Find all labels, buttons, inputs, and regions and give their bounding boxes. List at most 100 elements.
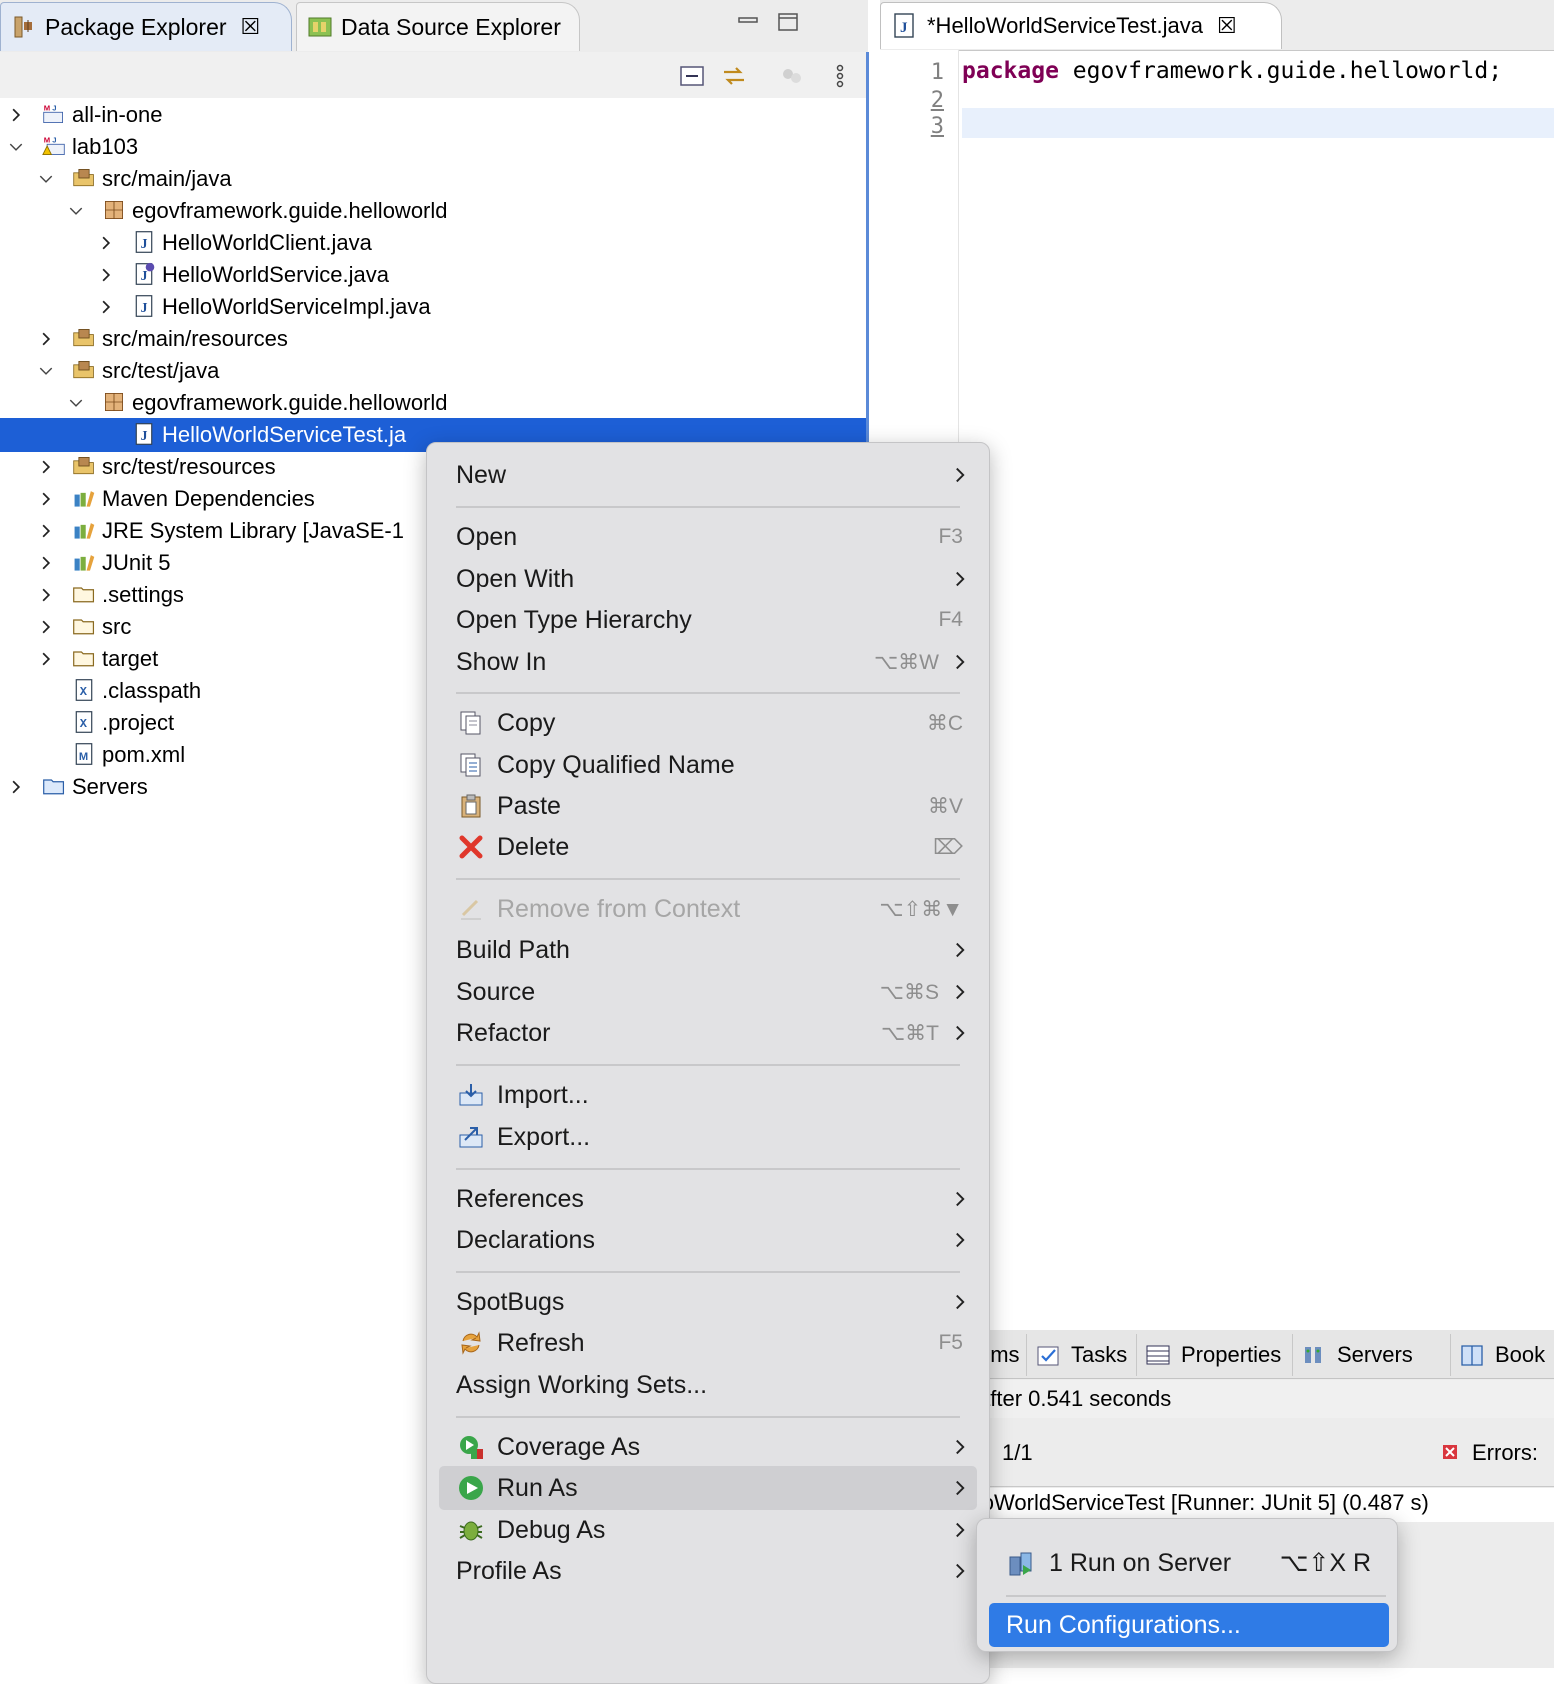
tree-item-label: JRE System Library [JavaSE-1 [102,518,404,543]
run-as-submenu: 1 Run on Server ⌥⇧X R Run Configurations..… [976,1518,1398,1652]
tree-item-label: lab103 [72,134,139,159]
chevron-right-icon[interactable] [38,619,54,635]
chevron-right-icon[interactable] [38,459,54,475]
menu-separator [456,1271,960,1273]
tree-item[interactable]: J HelloWorldService.java [0,258,866,292]
chevron-right-icon[interactable] [98,299,114,315]
minimize-icon[interactable] [736,10,760,34]
chevron-right-icon[interactable] [98,267,114,283]
menu-item-label: Build Path [456,935,570,964]
menu-item-new[interactable]: New [439,453,977,497]
tab-data-source-explorer[interactable]: Data Source Explorer [296,2,580,51]
menu-item-open-with[interactable]: Open With [439,557,977,601]
tab-servers[interactable]: Servers [1292,1334,1413,1376]
svg-text:J: J [141,428,148,443]
menu-separator [456,878,960,880]
chevron-right-icon[interactable] [38,651,54,667]
menu-item-coverage-as[interactable]: Coverage As [439,1425,977,1469]
chevron-down-icon[interactable] [8,139,24,155]
tab-tasks[interactable]: Tasks [1026,1334,1127,1376]
maximize-icon[interactable] [776,10,800,34]
menu-item-open-type-hierarchy[interactable]: Open Type Hierarchy F4 [439,598,977,642]
close-icon[interactable]: ☒ [241,14,261,40]
submenu-arrow-icon [956,984,965,1000]
menu-item-assign-working-sets[interactable]: Assign Working Sets... [439,1363,977,1407]
java-file-icon: J [135,295,153,317]
library-icon [74,555,95,571]
svg-text:J: J [141,268,148,283]
chevron-down-icon[interactable] [38,363,54,379]
tab-editor-file[interactable]: J *HelloWorldServiceTest.java ☒ [880,2,1282,49]
chevron-right-icon[interactable] [38,491,54,507]
menu-item-show-in[interactable]: Show In ⌥⌘W [439,640,977,684]
chevron-right-icon[interactable] [8,107,24,123]
copy-qualified-name-icon [460,753,481,777]
menu-item-spotbugs[interactable]: SpotBugs [439,1280,977,1324]
menu-item-declarations[interactable]: Declarations [439,1218,977,1262]
menu-item-refresh[interactable]: Refresh F5 [439,1321,977,1365]
chevron-right-icon[interactable] [38,523,54,539]
collapse-all-icon[interactable] [678,62,706,90]
menu-item-open[interactable]: Open F3 [439,515,977,559]
menu-item-delete[interactable]: Delete ⌦ [439,825,977,869]
menu-item-refactor[interactable]: Refactor ⌥⌘T [439,1011,977,1055]
editor-tabbar: J *HelloWorldServiceTest.java ☒ [880,0,1554,51]
chevron-right-icon[interactable] [8,779,24,795]
servers-folder-icon [43,779,65,795]
menu-item-paste[interactable]: Paste ⌘V [439,784,977,828]
tree-item[interactable]: egovframework.guide.helloworld [0,386,866,420]
menu-item-label: References [456,1184,584,1213]
menu-item-import[interactable]: Import... [439,1073,977,1117]
chevron-right-icon[interactable] [38,587,54,603]
menu-item-debug-as[interactable]: Debug As [439,1508,977,1552]
link-with-editor-icon[interactable] [720,62,748,90]
tree-item[interactable]: egovframework.guide.helloworld [0,194,866,228]
menu-item-source[interactable]: Source ⌥⌘S [439,970,977,1014]
menu-item-label: Open With [456,564,575,593]
tree-item[interactable]: J HelloWorldClient.java [0,226,866,260]
view-menu-icon[interactable] [826,62,854,90]
debug-icon [459,1521,483,1541]
menu-item-copy[interactable]: Copy ⌘C [439,701,977,745]
tree-item[interactable]: src/main/java [0,162,866,196]
code-line-1[interactable]: package egovframework.guide.helloworld; [962,58,1502,84]
menu-item-profile-as[interactable]: Profile As [439,1549,977,1593]
coverage-icon [460,1436,483,1459]
tree-item[interactable]: src/main/resources [0,322,866,356]
menu-item-copy-qualified-name[interactable]: Copy Qualified Name [439,743,977,787]
chevron-down-icon[interactable] [38,171,54,187]
filter-icon[interactable] [778,62,806,90]
chevron-right-icon[interactable] [38,331,54,347]
tree-item[interactable]: M Jlab103 [0,130,866,164]
tree-item-label: src/test/resources [102,454,276,479]
tree-item[interactable]: M Jall-in-one [0,98,866,132]
menu-item-label: Copy [497,708,556,737]
submenu-item-1-run-on-server[interactable]: 1 Run on Server ⌥⇧X R [989,1541,1389,1585]
tab-properties[interactable]: Properties [1136,1334,1281,1376]
submenu-arrow-icon [956,1294,965,1310]
line-number: 1 [930,60,944,85]
chevron-down-icon[interactable] [68,395,84,411]
view-divider [866,52,869,442]
menu-item-references[interactable]: References [439,1177,977,1221]
submenu-item-run-configurations[interactable]: Run Configurations... [989,1603,1389,1647]
tree-item[interactable]: src/test/java [0,354,866,388]
tree-item-label: Servers [72,774,148,799]
tree-item[interactable]: J HelloWorldServiceImpl.java [0,290,866,324]
svg-text:J: J [52,104,56,113]
tree-item-label: HelloWorldServiceTest.ja [162,422,407,447]
tab-bookmarks[interactable]: Book [1450,1334,1545,1376]
menu-item-label: Paste [497,791,561,820]
close-icon[interactable]: ☒ [1217,13,1237,39]
chevron-right-icon[interactable] [98,235,114,251]
chevron-right-icon[interactable] [38,555,54,571]
tab-package-explorer[interactable]: Package Explorer ☒ [0,2,292,51]
chevron-down-icon[interactable] [68,203,84,219]
menu-item-build-path[interactable]: Build Path [439,928,977,972]
menu-item-export[interactable]: Export... [439,1115,977,1159]
source-folder-icon [73,329,94,347]
submenu-arrow-icon [956,942,965,958]
test-run-row[interactable]: lloWorldServiceTest [Runner: JUnit 5] (0… [980,1488,1554,1522]
menu-item-run-as[interactable]: Run As [439,1466,977,1510]
submenu-arrow-icon [956,1439,965,1455]
